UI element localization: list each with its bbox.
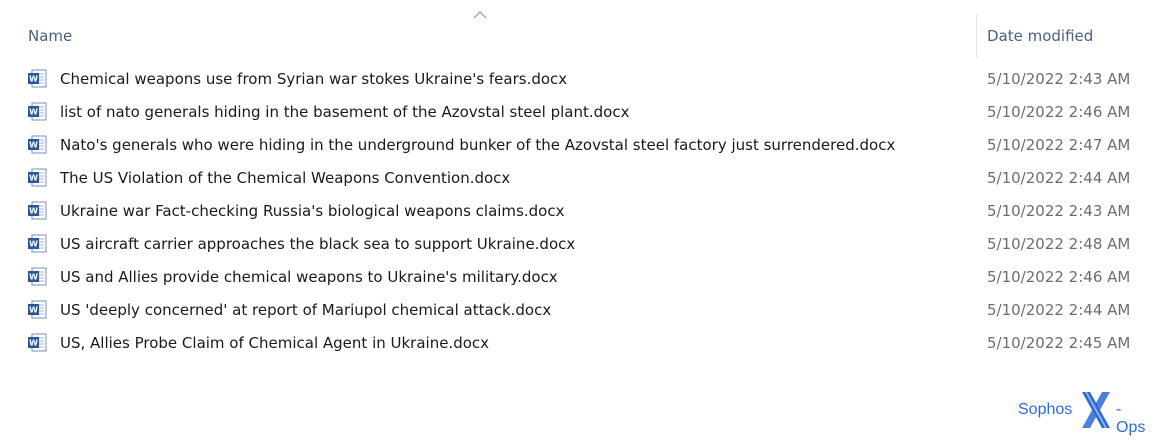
x-logo-icon [1082, 392, 1110, 428]
word-document-icon: W [27, 300, 48, 320]
svg-text:W: W [29, 108, 38, 117]
file-row[interactable]: W Chemical weapons use from Syrian war s… [0, 64, 1154, 97]
logo-text-sophos: Sophos [1018, 401, 1073, 418]
file-date-modified: 5/10/2022 2:48 AM [987, 235, 1131, 253]
file-date-modified: 5/10/2022 2:45 AM [987, 334, 1131, 352]
file-date-modified: 5/10/2022 2:43 AM [987, 202, 1131, 220]
file-date-modified: 5/10/2022 2:47 AM [987, 136, 1131, 154]
svg-text:W: W [29, 141, 38, 150]
file-name: US aircraft carrier approaches the black… [60, 235, 576, 253]
column-header-date-label: Date modified [987, 27, 1094, 45]
column-header-name-label: Name [28, 27, 73, 45]
word-document-icon: W [27, 168, 48, 188]
file-row[interactable]: W The US Violation of the Chemical Weapo… [0, 163, 1154, 196]
svg-text:W: W [29, 75, 38, 84]
file-name: US, Allies Probe Claim of Chemical Agent… [60, 334, 490, 352]
svg-text:W: W [29, 174, 38, 183]
file-explorer-window: Name Date modified W Chemical weapons us… [0, 0, 1154, 443]
column-header-date-modified[interactable]: Date modified [977, 0, 1154, 58]
file-row[interactable]: W list of nato generals hiding in the ba… [0, 97, 1154, 130]
file-row[interactable]: W US, Allies Probe Claim of Chemical Age… [0, 328, 1154, 361]
file-row[interactable]: W US aircraft carrier approaches the bla… [0, 229, 1154, 262]
svg-text:W: W [29, 339, 38, 348]
file-date-modified: 5/10/2022 2:43 AM [987, 70, 1131, 88]
file-row[interactable]: W US and Allies provide chemical weapons… [0, 262, 1154, 295]
file-row[interactable]: W Ukraine war Fact-checking Russia's bio… [0, 196, 1154, 229]
word-document-icon: W [27, 69, 48, 89]
sort-ascending-icon [473, 11, 487, 19]
file-name: The US Violation of the Chemical Weapons… [60, 169, 511, 187]
file-row[interactable]: W Nato's generals who were hiding in the… [0, 130, 1154, 163]
file-date-modified: 5/10/2022 2:46 AM [987, 268, 1131, 286]
logo-text-ops: -Ops [1116, 401, 1146, 436]
file-name: Chemical weapons use from Syrian war sto… [60, 70, 568, 88]
file-name: US and Allies provide chemical weapons t… [60, 268, 558, 286]
file-date-modified: 5/10/2022 2:44 AM [987, 301, 1131, 319]
file-row[interactable]: W US 'deeply concerned' at report of Mar… [0, 295, 1154, 328]
file-name: US 'deeply concerned' at report of Mariu… [60, 301, 552, 319]
word-document-icon: W [27, 234, 48, 254]
word-document-icon: W [27, 135, 48, 155]
column-header-bar: Name Date modified [0, 0, 1154, 58]
file-name: Nato's generals who were hiding in the u… [60, 136, 896, 154]
column-header-name[interactable]: Name [14, 0, 976, 58]
file-name: Ukraine war Fact-checking Russia's biolo… [60, 202, 565, 220]
svg-text:W: W [29, 306, 38, 315]
word-document-icon: W [27, 333, 48, 353]
file-name: list of nato generals hiding in the base… [60, 103, 630, 121]
sophos-xops-logo: Sophos -Ops [1018, 392, 1148, 436]
file-list: W Chemical weapons use from Syrian war s… [0, 64, 1154, 361]
file-date-modified: 5/10/2022 2:46 AM [987, 103, 1131, 121]
file-date-modified: 5/10/2022 2:44 AM [987, 169, 1131, 187]
svg-text:W: W [29, 240, 38, 249]
word-document-icon: W [27, 102, 48, 122]
svg-text:W: W [29, 273, 38, 282]
word-document-icon: W [27, 267, 48, 287]
word-document-icon: W [27, 201, 48, 221]
svg-text:W: W [29, 207, 38, 216]
